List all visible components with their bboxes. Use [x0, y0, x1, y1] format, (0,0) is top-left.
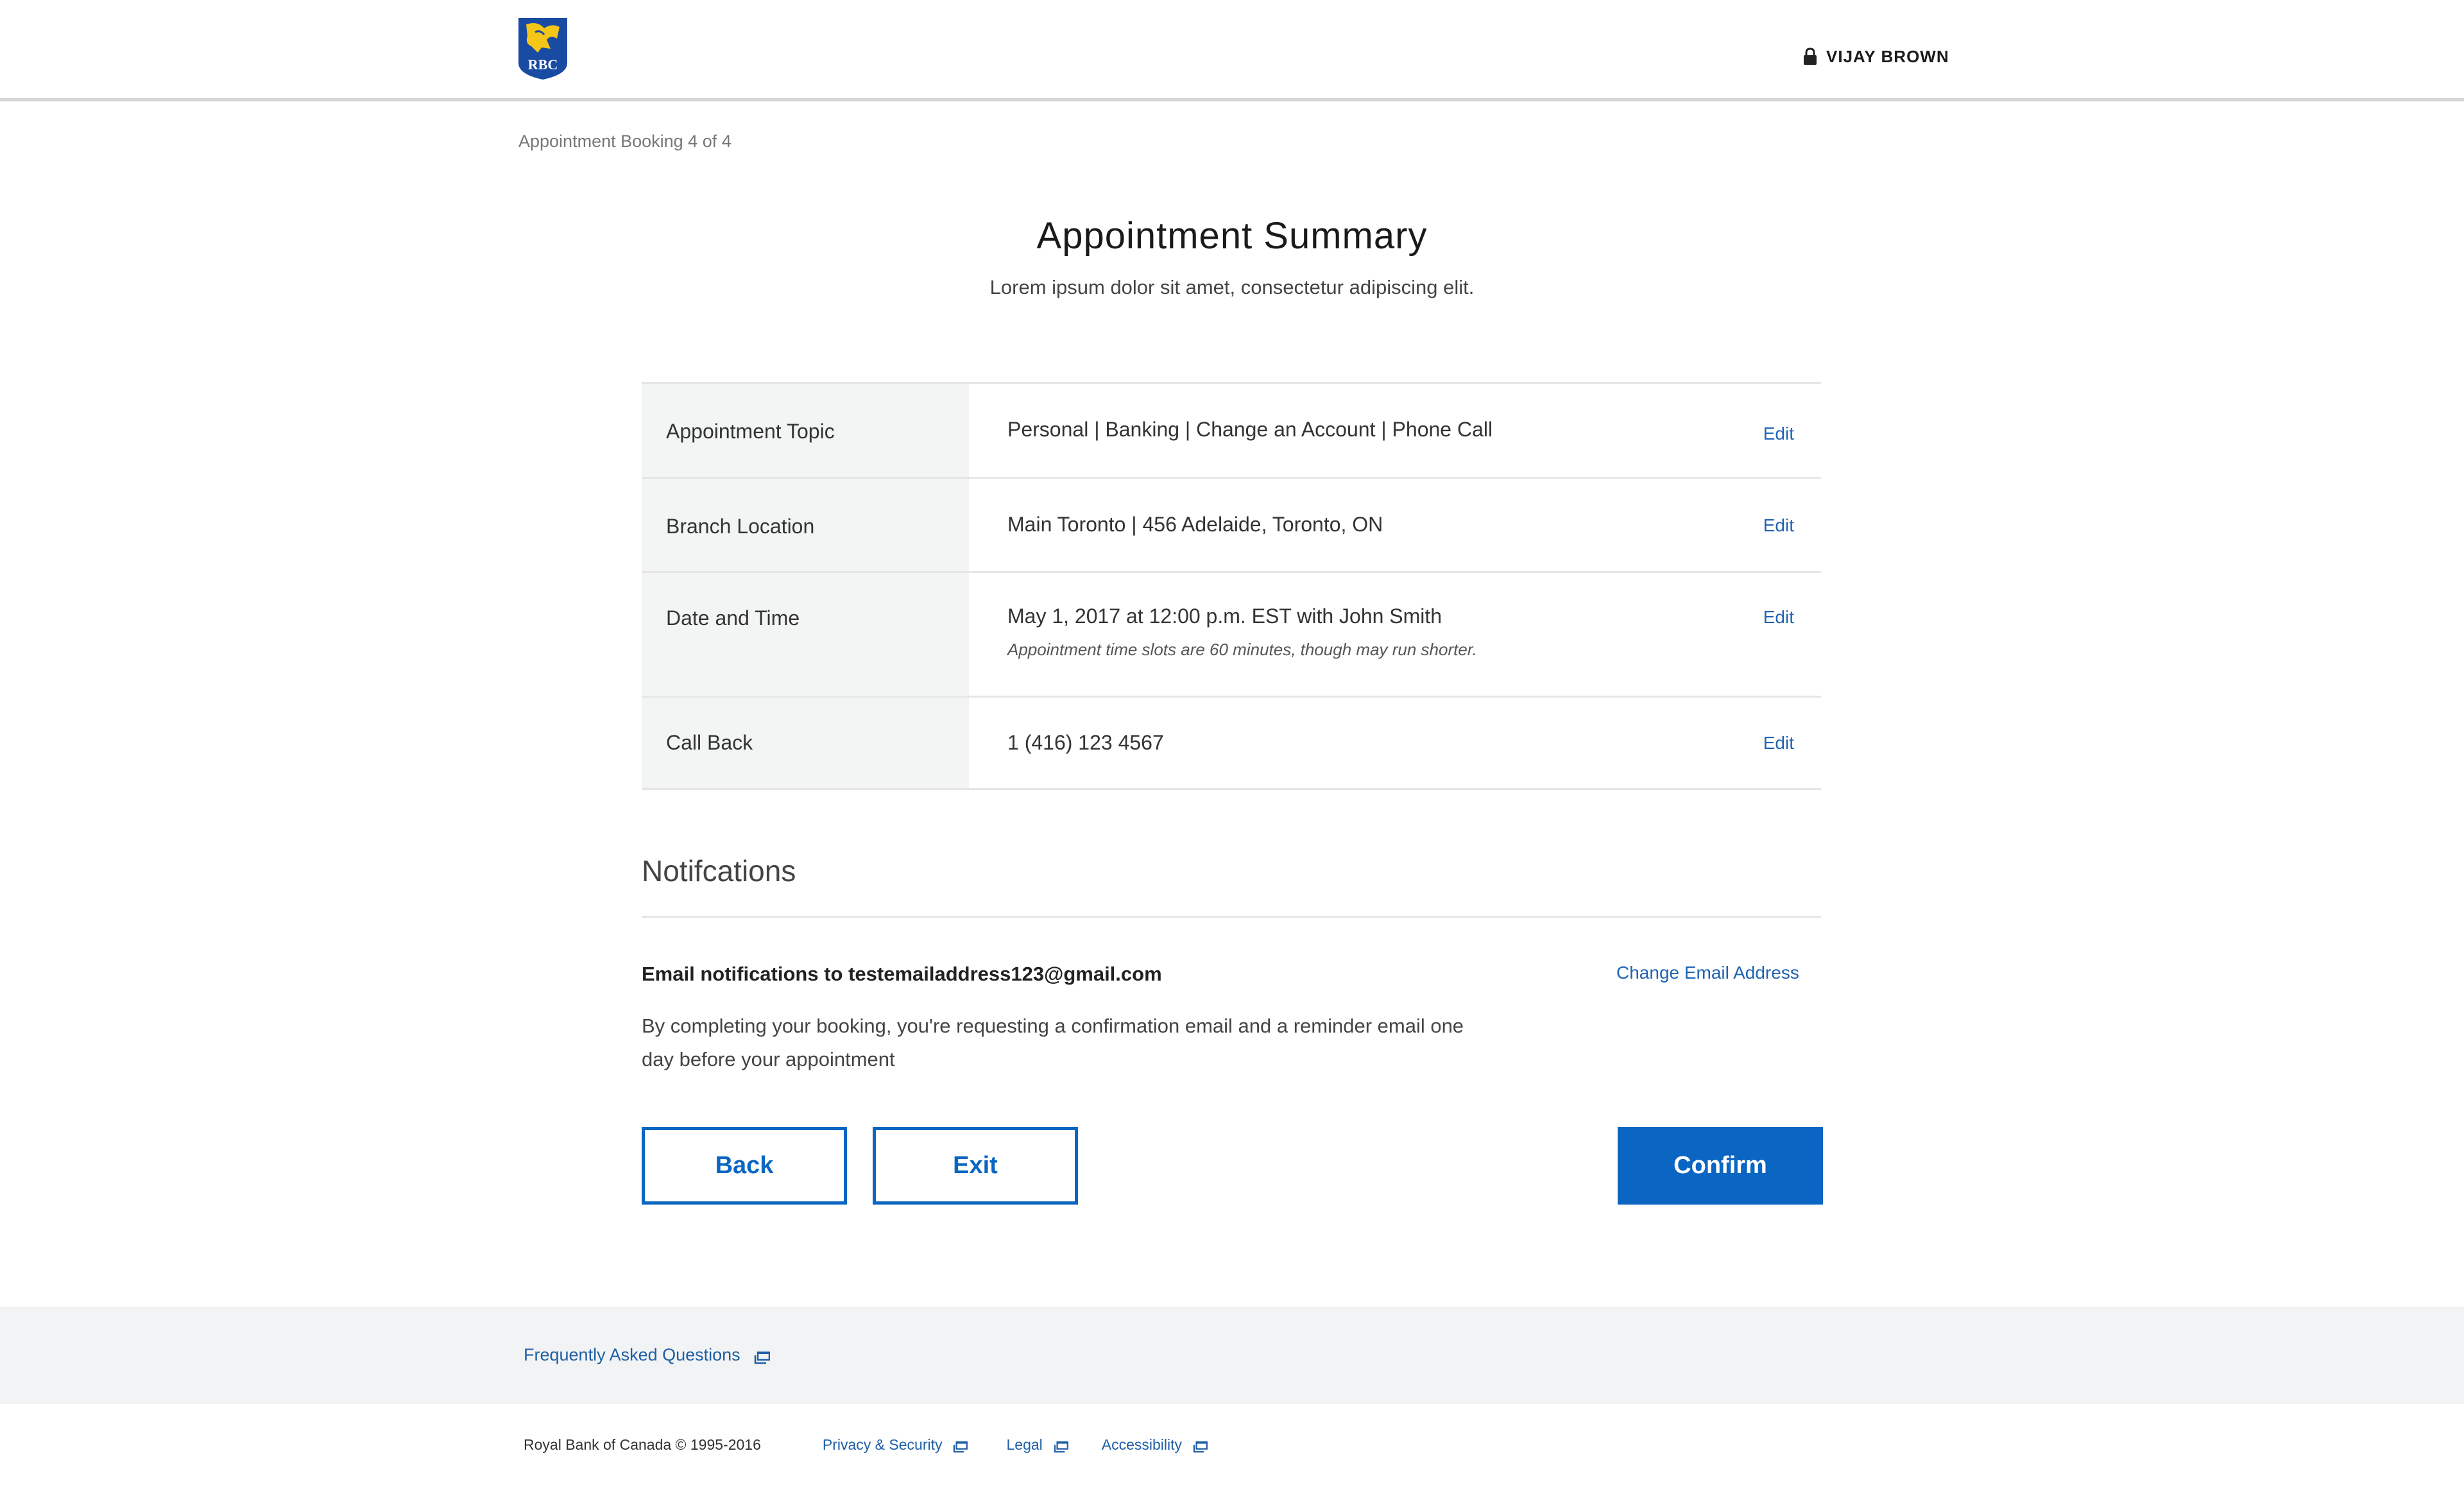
top-header: RBC VIJAY BROWN	[0, 0, 2464, 101]
external-window-icon	[1053, 1439, 1068, 1452]
back-button[interactable]: Back	[642, 1127, 847, 1205]
notification-description: By completing your booking, you're reque…	[642, 1015, 1464, 1070]
copyright-text: Royal Bank of Canada © 1995-2016	[524, 1436, 761, 1453]
exit-button[interactable]: Exit	[873, 1127, 1078, 1205]
summary-value: 1 (416) 123 4567	[969, 698, 1821, 788]
edit-branch-link[interactable]: Edit	[1763, 515, 1794, 536]
legal-label: Legal	[1006, 1436, 1043, 1453]
user-name: VIJAY BROWN	[1826, 46, 1949, 66]
rbc-logo-icon: RBC	[518, 18, 567, 80]
external-window-icon	[1192, 1439, 1208, 1452]
notifications-heading: Notifcations	[642, 854, 796, 888]
breadcrumb: Appointment Booking 4 of 4	[518, 132, 732, 151]
external-window-icon	[753, 1349, 770, 1364]
accessibility-link[interactable]: Accessibility	[1102, 1436, 1208, 1454]
notifications-divider	[642, 916, 1821, 918]
summary-label: Appointment Topic	[642, 384, 969, 477]
edit-topic-link[interactable]: Edit	[1763, 424, 1794, 444]
page-subtitle: Lorem ipsum dolor sit amet, consectetur …	[989, 276, 1475, 298]
user-menu[interactable]: VIJAY BROWN	[1803, 45, 1949, 68]
summary-value-text: 1 (416) 123 4567	[1007, 731, 1164, 754]
rbc-logo[interactable]: RBC	[518, 18, 567, 80]
edit-datetime-link[interactable]: Edit	[1763, 607, 1794, 628]
confirm-button[interactable]: Confirm	[1618, 1127, 1823, 1205]
faq-link-label: Frequently Asked Questions	[524, 1345, 740, 1364]
summary-value: Personal | Banking | Change an Account |…	[969, 384, 1821, 477]
legal-link[interactable]: Legal	[1006, 1436, 1068, 1454]
summary-value-text: Main Toronto | 456 Adelaide, Toronto, ON	[1007, 513, 1383, 536]
change-email-link[interactable]: Change Email Address	[1616, 963, 1799, 983]
appointment-summary-table: Appointment Topic Personal | Banking | C…	[642, 382, 1821, 790]
summary-label: Call Back	[642, 698, 969, 788]
footer-band	[0, 1307, 2464, 1404]
svg-text:RBC: RBC	[528, 56, 558, 73]
summary-value: Main Toronto | 456 Adelaide, Toronto, ON	[969, 479, 1821, 571]
faq-link[interactable]: Frequently Asked Questions	[524, 1345, 770, 1365]
summary-note: Appointment time slots are 60 minutes, t…	[1007, 640, 1477, 659]
summary-value-text: May 1, 2017 at 12:00 p.m. EST with John …	[1007, 605, 1442, 628]
external-window-icon	[952, 1439, 968, 1452]
summary-label: Date and Time	[642, 573, 969, 696]
notification-email-text: Email notifications to testemailaddress1…	[642, 963, 1162, 985]
summary-value-text: Personal | Banking | Change an Account |…	[1007, 418, 1493, 441]
lock-icon	[1803, 47, 1817, 65]
privacy-security-link[interactable]: Privacy & Security	[823, 1436, 968, 1454]
summary-row-callback: Call Back 1 (416) 123 4567 Edit	[642, 698, 1821, 790]
edit-callback-link[interactable]: Edit	[1763, 733, 1794, 753]
summary-row-datetime: Date and Time May 1, 2017 at 12:00 p.m. …	[642, 573, 1821, 698]
privacy-security-label: Privacy & Security	[822, 1436, 943, 1453]
summary-label: Branch Location	[642, 479, 969, 571]
footer-bottom: Royal Bank of Canada © 1995-2016 Privacy…	[524, 1436, 1208, 1454]
summary-row-branch: Branch Location Main Toronto | 456 Adela…	[642, 479, 1821, 573]
page-title: Appointment Summary	[1036, 215, 1428, 257]
accessibility-label: Accessibility	[1101, 1436, 1183, 1453]
summary-value: May 1, 2017 at 12:00 p.m. EST with John …	[969, 573, 1821, 696]
summary-row-topic: Appointment Topic Personal | Banking | C…	[642, 384, 1821, 479]
